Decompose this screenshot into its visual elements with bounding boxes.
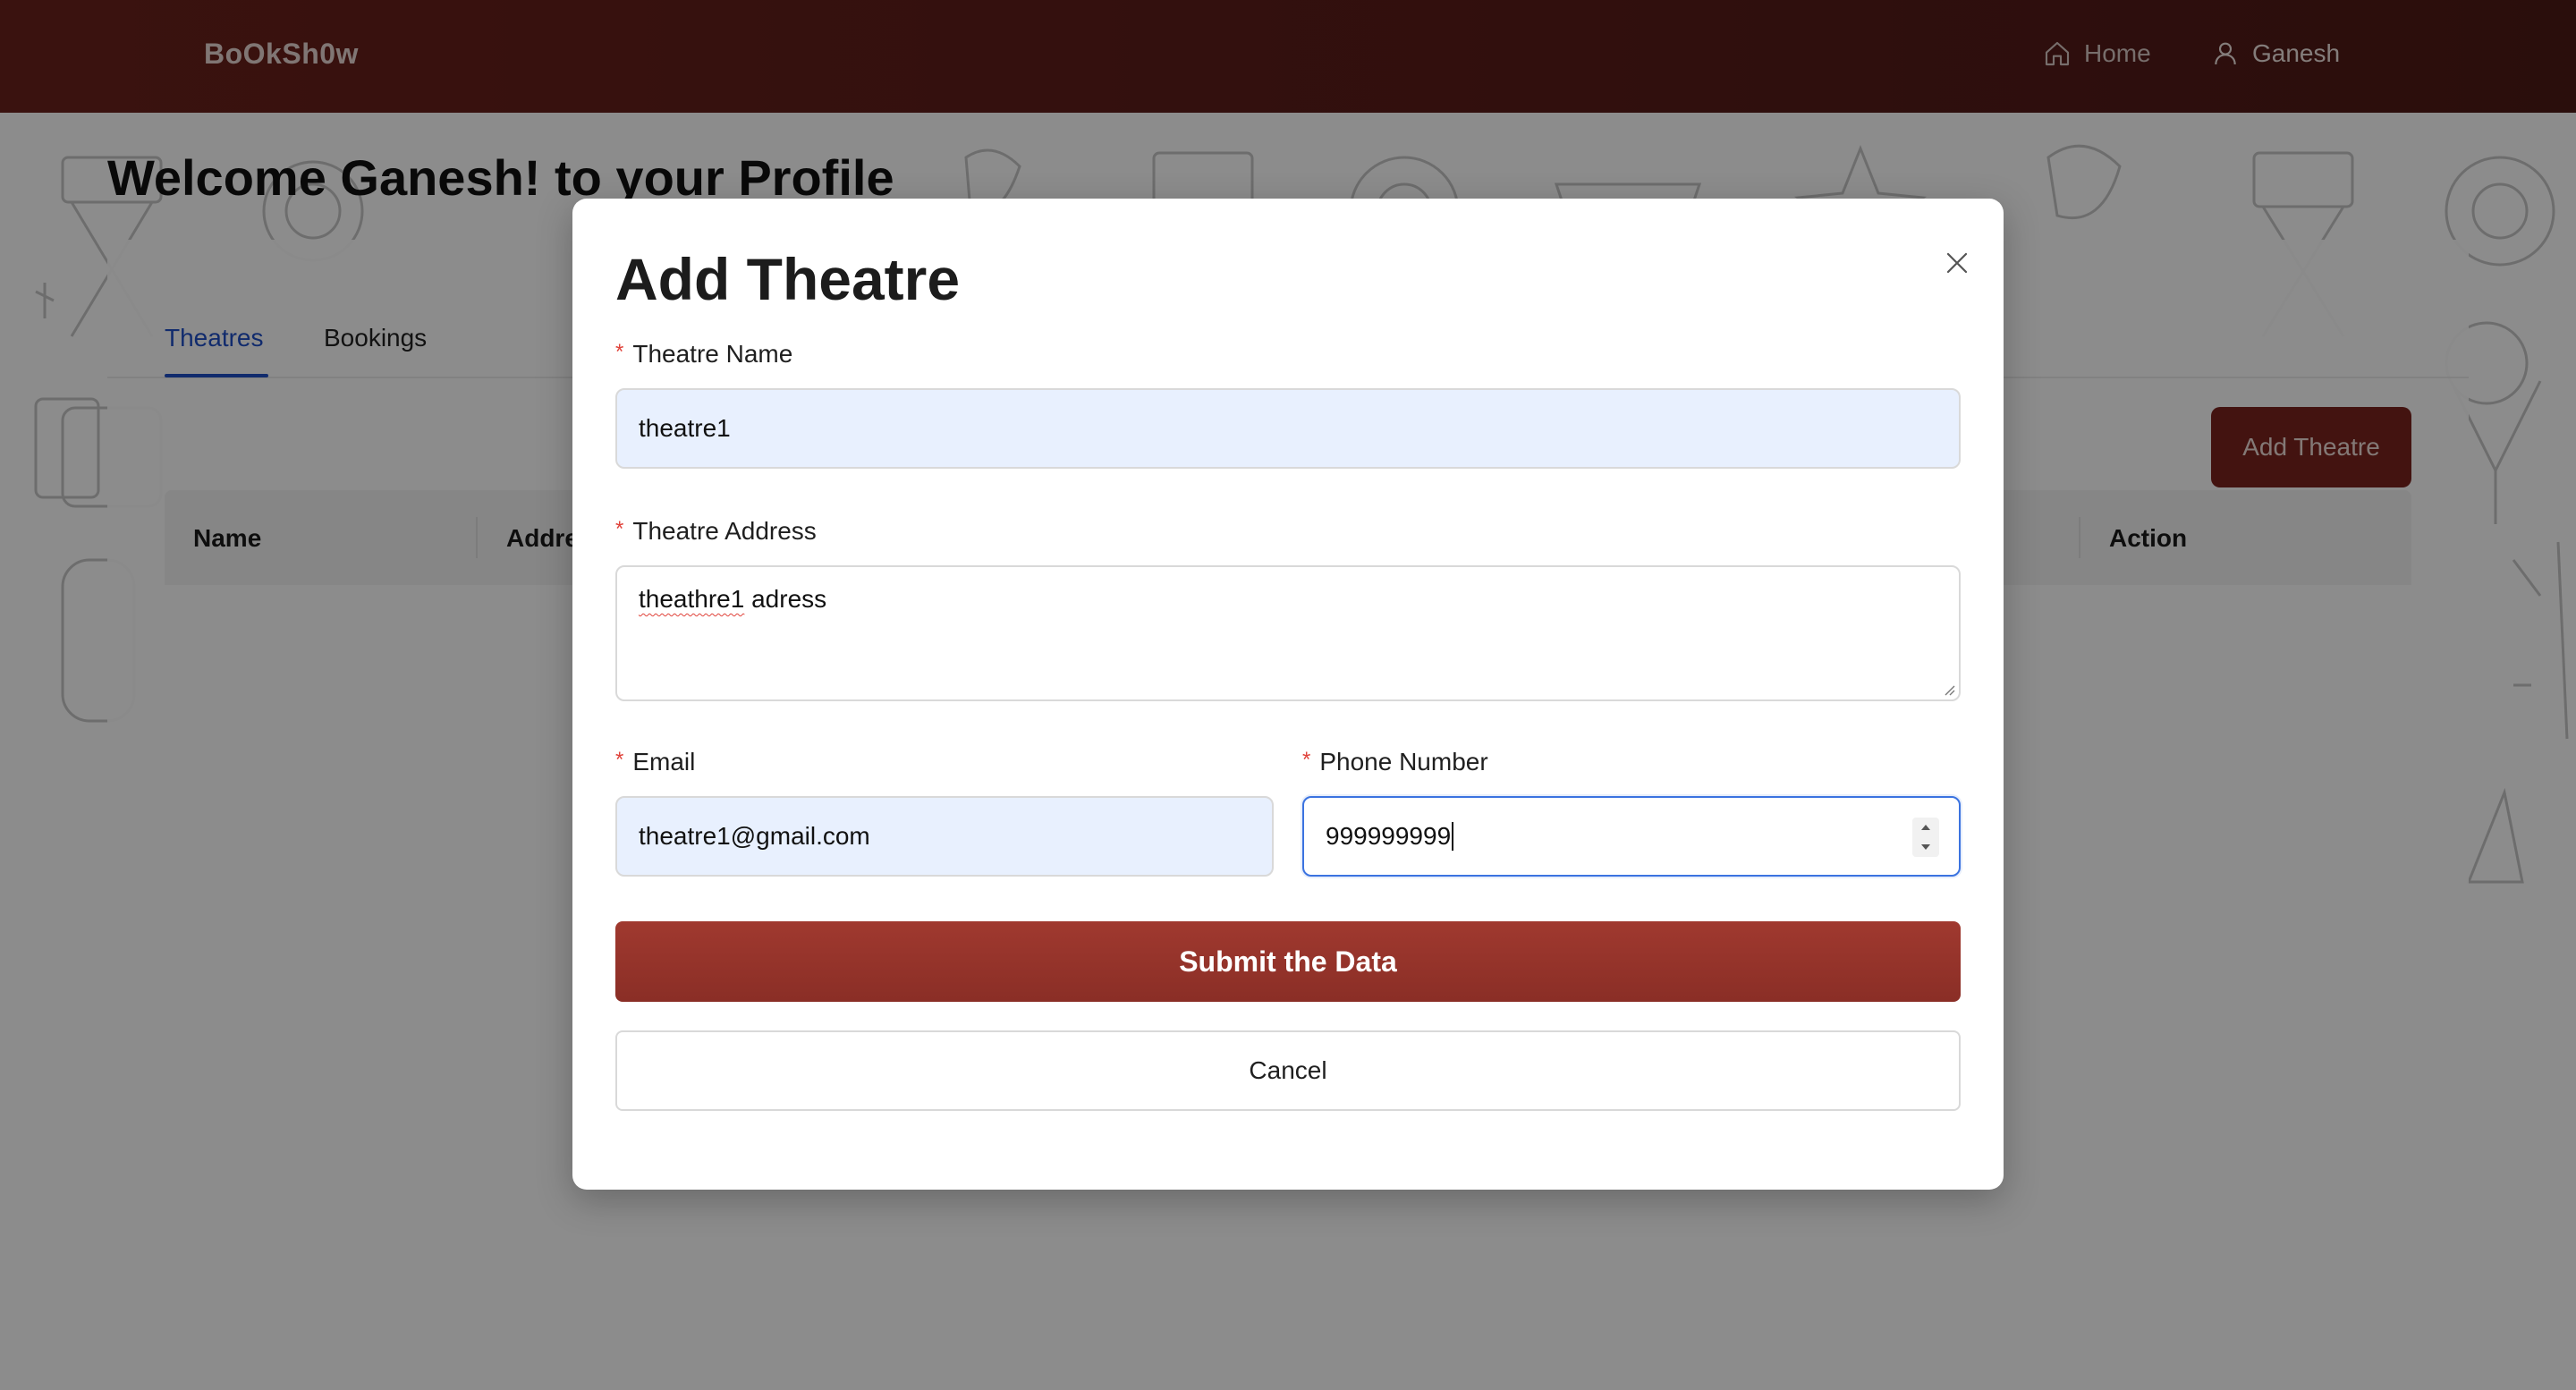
text-caret (1452, 822, 1454, 851)
misspelled-word: theathre1 (639, 585, 745, 613)
resize-handle-icon[interactable] (1941, 682, 1955, 696)
theatre-name-input[interactable]: theatre1 (615, 388, 1961, 469)
phone-number-value: 999999999 (1326, 822, 1452, 850)
email-label-text: Email (632, 748, 696, 776)
phone-label-text: Phone Number (1319, 748, 1488, 776)
theatre-address-textarea[interactable]: theathre1 adress (615, 565, 1961, 701)
theatre-name-label-text: Theatre Name (632, 340, 793, 368)
dialog-title: Add Theatre (615, 246, 961, 312)
required-marker: * (615, 517, 624, 541)
cancel-button[interactable]: Cancel (615, 1030, 1961, 1111)
stepper-down-icon[interactable] (1919, 843, 1932, 852)
address-text: adress (744, 585, 827, 613)
stepper-up-icon[interactable] (1919, 823, 1932, 832)
email-input[interactable]: theatre1@gmail.com (615, 796, 1274, 877)
add-theatre-dialog: Add Theatre * Theatre Name theatre1 * Thea… (572, 199, 2004, 1190)
close-icon[interactable] (1939, 245, 1975, 281)
theatre-address-label: * Theatre Address (615, 517, 817, 546)
phone-number-input[interactable]: 999999999 (1302, 796, 1961, 877)
required-marker: * (615, 340, 624, 364)
theatre-name-label: * Theatre Name (615, 340, 792, 369)
theatre-address-label-text: Theatre Address (632, 517, 817, 545)
phone-label: * Phone Number (1302, 748, 1488, 776)
number-stepper[interactable] (1912, 818, 1939, 857)
email-label: * Email (615, 748, 695, 776)
required-marker: * (615, 748, 624, 772)
required-marker: * (1302, 748, 1311, 772)
submit-button[interactable]: Submit the Data (615, 921, 1961, 1002)
